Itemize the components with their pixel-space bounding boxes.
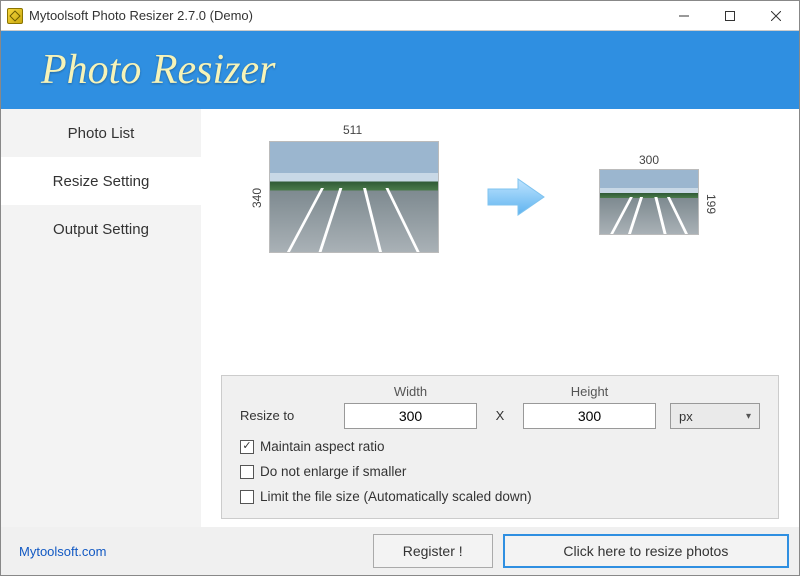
tab-resize-setting[interactable]: Resize Setting — [1, 157, 201, 205]
width-input[interactable] — [344, 403, 477, 429]
check-limit-filesize[interactable]: Limit the file size (Automatically scale… — [240, 489, 760, 504]
dst-width-label: 300 — [639, 153, 659, 167]
resize-settings-panel: Resize to Width X Height px ▾ — [221, 375, 779, 519]
check-maintain-aspect[interactable]: Maintain aspect ratio — [240, 439, 760, 454]
tab-photo-list[interactable]: Photo List — [1, 109, 201, 157]
checkbox-icon — [240, 465, 254, 479]
src-height-label: 340 — [250, 188, 264, 208]
arrow-icon — [486, 175, 546, 219]
check-label: Maintain aspect ratio — [260, 439, 385, 454]
close-button[interactable] — [753, 1, 799, 31]
check-no-enlarge[interactable]: Do not enlarge if smaller — [240, 464, 760, 479]
app-icon — [7, 8, 23, 24]
checkbox-icon — [240, 490, 254, 504]
check-label: Limit the file size (Automatically scale… — [260, 489, 532, 504]
src-width-label: 511 — [343, 123, 362, 137]
minimize-button[interactable] — [661, 1, 707, 31]
maximize-icon — [725, 11, 735, 21]
app-window: Mytoolsoft Photo Resizer 2.7.0 (Demo) Ph… — [0, 0, 800, 576]
chevron-down-icon: ▾ — [746, 411, 751, 422]
minimize-icon — [679, 11, 689, 21]
preview-area: 511 340 300 199 — [221, 119, 779, 375]
dest-thumbnail — [599, 169, 699, 235]
close-icon — [771, 11, 781, 21]
unit-value: px — [679, 409, 693, 424]
titlebar: Mytoolsoft Photo Resizer 2.7.0 (Demo) — [1, 1, 799, 31]
register-button[interactable]: Register ! — [373, 534, 493, 568]
height-label: Height — [523, 384, 656, 399]
height-input[interactable] — [523, 403, 656, 429]
check-label: Do not enlarge if smaller — [260, 464, 406, 479]
window-title: Mytoolsoft Photo Resizer 2.7.0 (Demo) — [29, 8, 253, 23]
unit-select[interactable]: px ▾ — [670, 403, 760, 429]
dimension-separator: X — [491, 408, 509, 429]
maximize-button[interactable] — [707, 1, 753, 31]
resize-button[interactable]: Click here to resize photos — [503, 534, 789, 568]
site-link[interactable]: Mytoolsoft.com — [19, 544, 106, 559]
source-thumbnail — [269, 141, 439, 253]
brand-title: Photo Resizer — [41, 46, 275, 94]
tab-output-setting[interactable]: Output Setting — [1, 205, 201, 253]
header-banner: Photo Resizer — [1, 31, 799, 109]
dst-height-label: 199 — [704, 194, 718, 214]
sidebar: Photo List Resize Setting Output Setting — [1, 109, 201, 527]
checkbox-icon — [240, 440, 254, 454]
main-panel: 511 340 300 199 — [201, 109, 799, 527]
resize-to-label: Resize to — [240, 408, 330, 429]
footer: Mytoolsoft.com Register ! Click here to … — [1, 527, 799, 575]
width-label: Width — [344, 384, 477, 399]
